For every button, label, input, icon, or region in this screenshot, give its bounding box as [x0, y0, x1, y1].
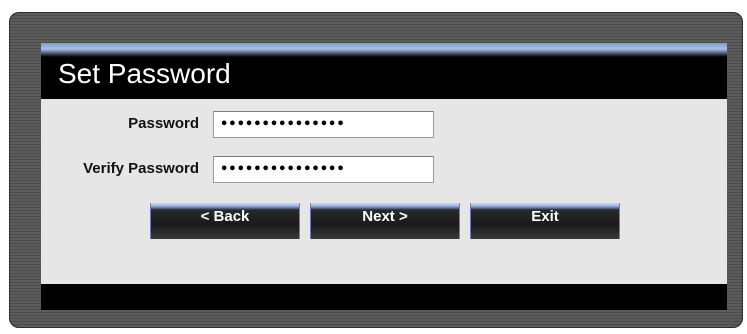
next-button[interactable]: Next >: [310, 203, 460, 239]
bottom-bar: [41, 284, 727, 310]
verify-password-field[interactable]: [213, 156, 434, 183]
title-bar: Set Password: [41, 43, 727, 99]
verify-password-label: Verify Password: [83, 160, 199, 177]
exit-button[interactable]: Exit: [470, 203, 620, 239]
dialog-title: Set Password: [58, 58, 231, 89]
set-password-dialog: Set Password Password Verify Password < …: [41, 43, 727, 310]
back-button[interactable]: < Back: [150, 203, 300, 239]
password-field[interactable]: [213, 111, 434, 138]
password-label: Password: [128, 115, 199, 132]
